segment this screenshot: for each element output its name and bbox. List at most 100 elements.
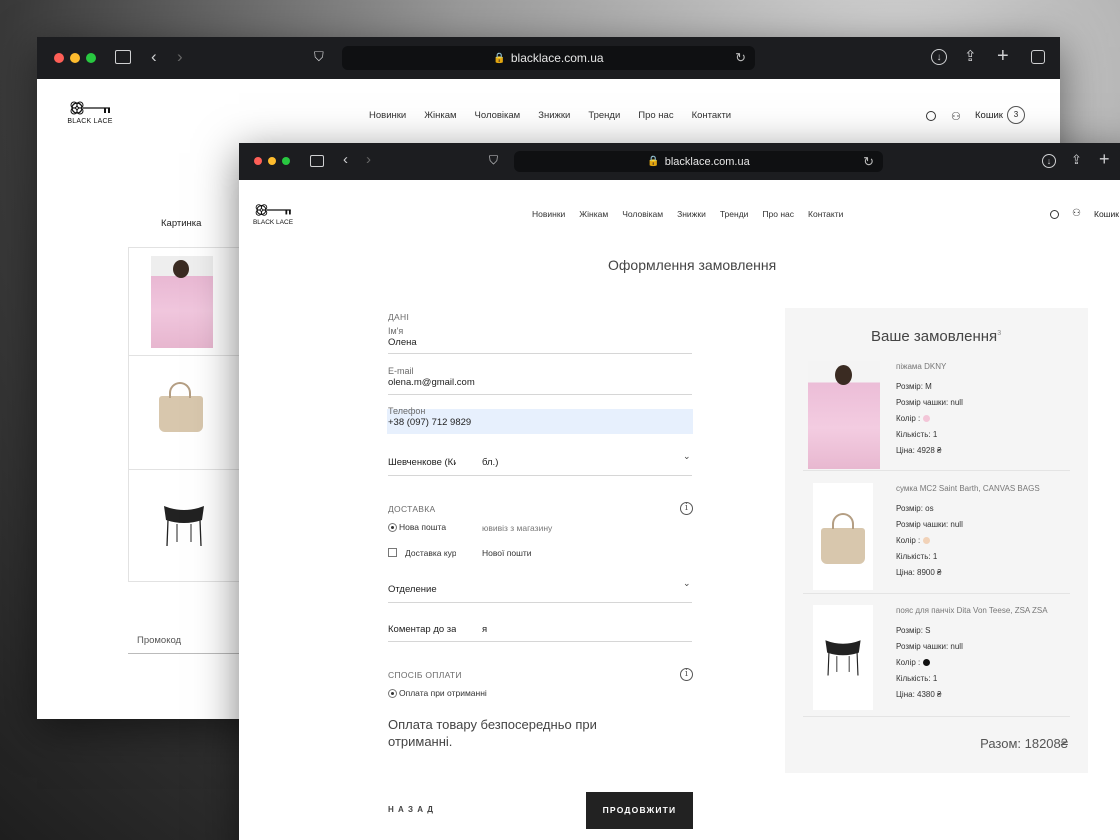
item-1-qty: Кількість: 1 <box>896 430 938 439</box>
new-tab-icon[interactable]: + <box>997 45 1009 68</box>
nav-new[interactable]: Новинки <box>369 110 406 121</box>
brand-logo[interactable]: BLACK LACE <box>65 99 115 125</box>
nav-trends[interactable]: Тренди <box>588 110 620 121</box>
bag-product-image[interactable] <box>813 483 873 590</box>
browser-toolbar: ‹ › ⛉ 🔒 blacklace.com.ua ↻ ↓ ⇪ + <box>239 143 1120 180</box>
pajama-product-image[interactable] <box>151 256 213 348</box>
address-bar[interactable]: 🔒 blacklace.com.ua ↻ <box>342 46 755 70</box>
continue-button[interactable]: ПРОДОВЖИТИ <box>586 792 693 829</box>
nav-about[interactable]: Про нас <box>762 209 794 219</box>
forward-arrow-icon[interactable]: › <box>366 151 371 168</box>
chevron-down-icon[interactable]: ⌄ <box>683 578 691 589</box>
shield-icon[interactable]: ⛉ <box>314 49 324 65</box>
search-icon[interactable] <box>1050 210 1059 219</box>
back-arrow-icon[interactable]: ‹ <box>343 151 348 168</box>
chevron-down-icon[interactable]: ⌄ <box>683 451 691 462</box>
nav-contacts[interactable]: Контакти <box>692 110 732 121</box>
item-2-name[interactable]: сумка MC2 Saint Barth, CANVAS BAGS <box>896 483 1040 495</box>
nova-poshta-label[interactable]: Нова пошта <box>399 522 456 532</box>
pajama-product-image[interactable] <box>808 361 880 469</box>
sidebar-icon[interactable] <box>310 155 324 167</box>
new-tab-icon[interactable]: + <box>1099 149 1110 170</box>
region-select-right[interactable]: бл.) <box>482 457 498 468</box>
item-1-name[interactable]: піжама DKNY <box>896 361 963 373</box>
search-icon[interactable] <box>926 111 936 121</box>
region-select-left[interactable]: Шевченкове (Киї <box>388 457 456 468</box>
branch-select[interactable]: Отделение <box>388 584 437 595</box>
courier-checkbox[interactable] <box>388 548 397 557</box>
checkout-browser-window: ‹ › ⛉ 🔒 blacklace.com.ua ↻ ↓ ⇪ + BLACK L… <box>239 143 1120 840</box>
forward-arrow-icon[interactable]: › <box>177 47 183 67</box>
region-underline <box>388 475 692 476</box>
reload-icon[interactable]: ↻ <box>863 154 874 170</box>
user-icon[interactable]: ⚇ <box>951 110 961 123</box>
phone-label: Телефон <box>388 406 426 416</box>
reload-icon[interactable]: ↻ <box>735 50 746 66</box>
share-icon[interactable]: ⇪ <box>1071 152 1082 168</box>
delivery-section-title: ДОСТАВКА <box>388 504 436 514</box>
nova-poshta-radio[interactable] <box>388 523 397 532</box>
name-field[interactable]: Олена <box>388 337 417 348</box>
back-arrow-icon[interactable]: ‹ <box>151 47 157 67</box>
item-2-size: Розмір: os <box>896 504 934 513</box>
nav-sale[interactable]: Знижки <box>538 110 570 121</box>
payment-cod-radio[interactable] <box>388 689 397 698</box>
order-summary-panel: Ваше замовлення3 піжама DKNY Розмір: M Р… <box>785 308 1088 773</box>
promo-code-input[interactable]: Промокод <box>137 635 181 646</box>
nav-men[interactable]: Чоловікам <box>475 110 521 121</box>
delivery-info-icon[interactable]: i <box>680 502 693 515</box>
cart-count-badge[interactable]: 3 <box>1007 106 1025 124</box>
name-underline <box>388 353 692 354</box>
nav-sale[interactable]: Знижки <box>677 209 706 219</box>
back-button[interactable]: Н А З А Д <box>388 805 434 814</box>
order-item-3: пояс для панчіх Dita Von Teese, ZSA ZSA … <box>785 605 1088 720</box>
bag-product-image[interactable] <box>159 382 203 432</box>
item-3-color: Колір : <box>896 655 1048 671</box>
comment-underline <box>388 641 692 642</box>
item-2-cup: Розмір чашки: null <box>896 520 963 529</box>
branch-underline <box>388 602 692 603</box>
nav-contacts[interactable]: Контакти <box>808 209 843 219</box>
close-window-button[interactable] <box>54 53 64 63</box>
nav-women[interactable]: Жінкам <box>579 209 608 219</box>
minimize-window-button[interactable] <box>70 53 80 63</box>
item-1-cup: Розмір чашки: null <box>896 398 963 407</box>
item-3-name[interactable]: пояс для панчіх Dita Von Teese, ZSA ZSA <box>896 605 1048 617</box>
item-2-qty: Кількість: 1 <box>896 552 938 561</box>
item-1-color: Колір : <box>896 411 963 427</box>
shield-icon[interactable]: ⛉ <box>489 153 498 168</box>
download-icon[interactable]: ↓ <box>931 49 947 65</box>
brand-name: BLACK LACE <box>67 118 113 125</box>
email-field[interactable]: olena.m@gmail.com <box>388 377 475 388</box>
item-1-color-swatch <box>923 415 931 423</box>
garter-belt-product-image[interactable] <box>159 500 209 550</box>
item-2-color-label: Колір : <box>896 536 921 545</box>
email-label: E-mail <box>388 366 414 376</box>
garter-belt-product-image[interactable] <box>813 605 873 710</box>
url-text: blacklace.com.ua <box>510 51 604 65</box>
brand-logo[interactable]: BLACK LACE <box>251 202 295 226</box>
cart-label[interactable]: Кошик <box>975 110 1003 121</box>
nav-trends[interactable]: Тренди <box>720 209 749 219</box>
tabs-overview-icon[interactable] <box>1031 50 1045 64</box>
download-icon[interactable]: ↓ <box>1042 154 1056 168</box>
payment-info-icon[interactable]: i <box>680 668 693 681</box>
address-bar[interactable]: 🔒 blacklace.com.ua ↻ <box>514 151 883 172</box>
minimize-window-button[interactable] <box>268 157 276 165</box>
sidebar-icon[interactable] <box>115 50 131 64</box>
zoom-window-button[interactable] <box>86 53 96 63</box>
order-comment-field[interactable]: Коментар до зам <box>388 624 456 635</box>
nav-men[interactable]: Чоловікам <box>622 209 663 219</box>
item-2-color: Колір : <box>896 533 1040 549</box>
phone-field[interactable]: +38 (097) 712 9829 <box>388 417 471 428</box>
zoom-window-button[interactable] <box>282 157 290 165</box>
courier-label[interactable]: Доставка кур <box>405 548 456 558</box>
user-icon[interactable]: ⚇ <box>1072 208 1081 219</box>
nav-women[interactable]: Жінкам <box>424 110 456 121</box>
close-window-button[interactable] <box>254 157 262 165</box>
nav-new[interactable]: Новинки <box>532 209 565 219</box>
nav-about[interactable]: Про нас <box>638 110 673 121</box>
cart-label[interactable]: Кошик <box>1094 209 1119 219</box>
payment-cod-label[interactable]: Оплата при отриманні <box>399 688 487 698</box>
share-icon[interactable]: ⇪ <box>964 47 977 65</box>
